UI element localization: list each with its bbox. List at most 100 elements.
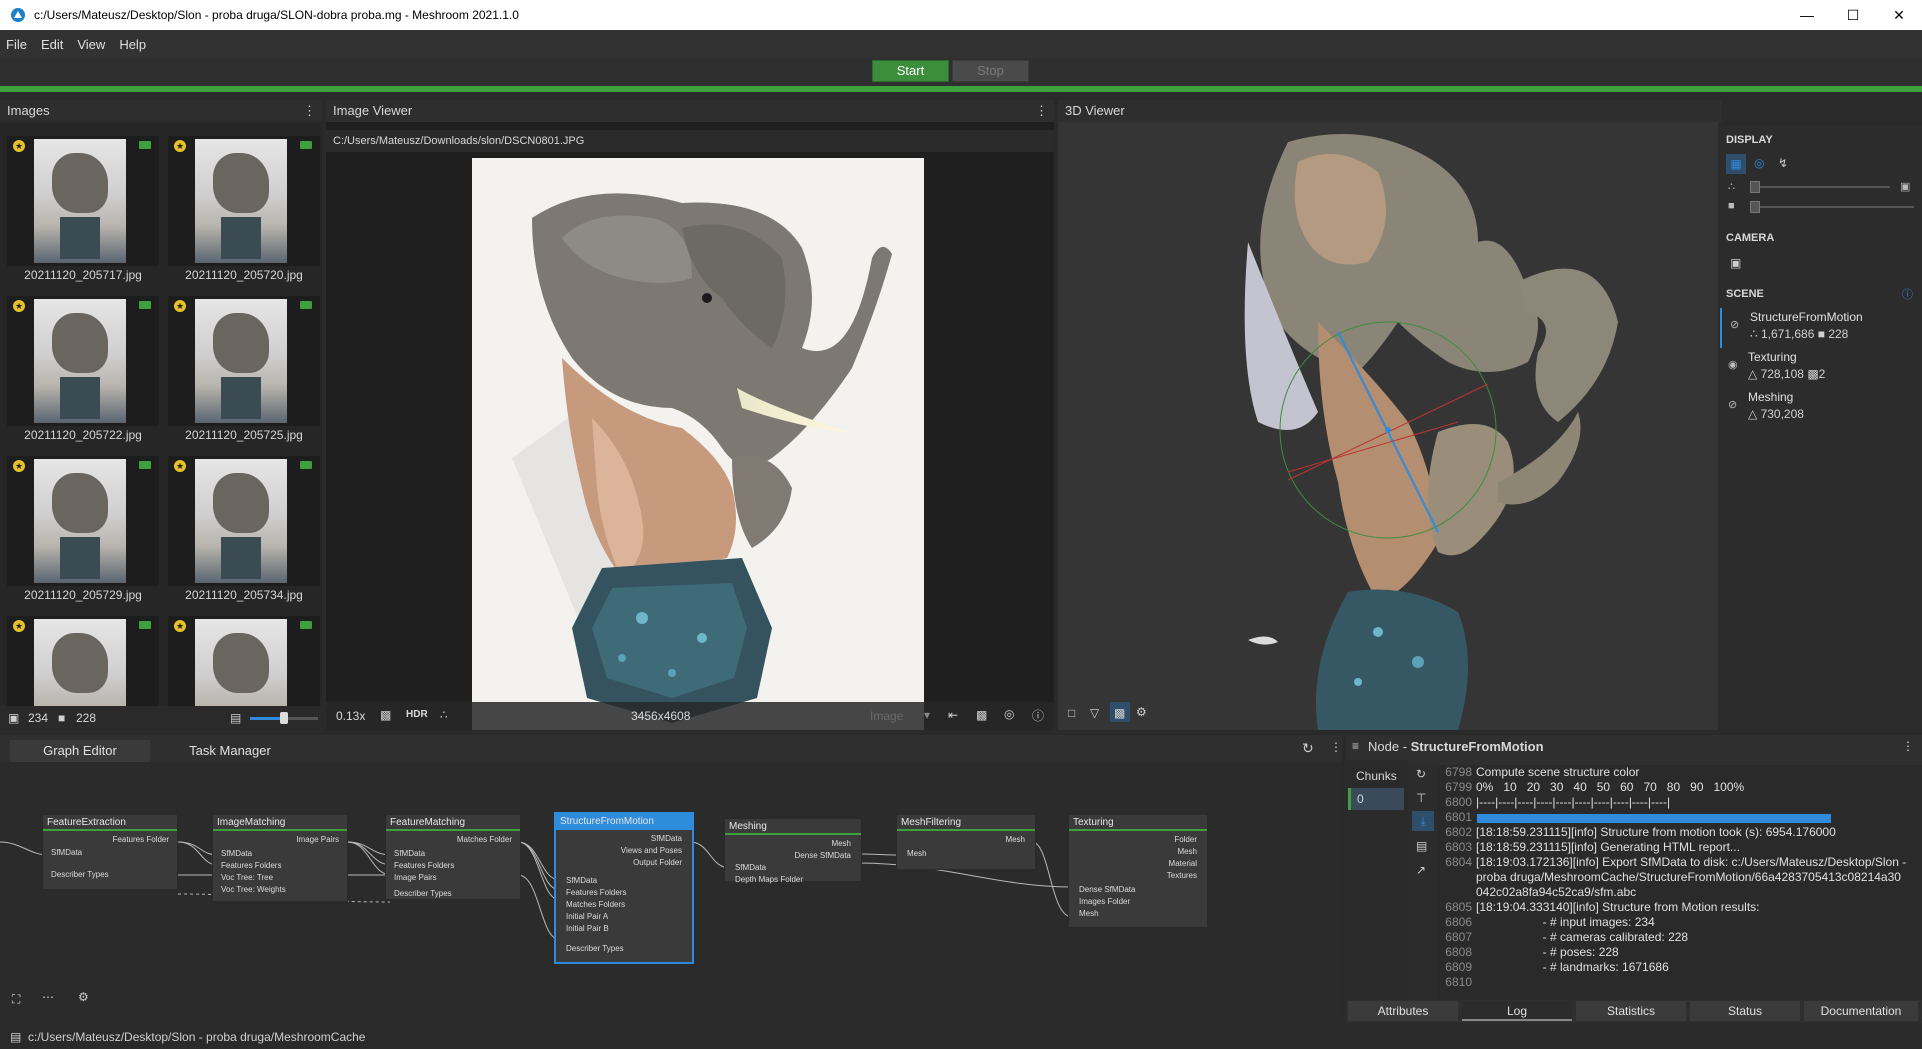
image-thumbnail[interactable]: ★ 20211120_205722.jpg	[7, 296, 159, 456]
input-port[interactable]: Matches Folders	[566, 900, 625, 909]
eye-hidden-icon[interactable]: ⊘	[1730, 318, 1744, 332]
chunk-item[interactable]: 0	[1348, 788, 1404, 810]
output-port[interactable]: Mesh	[1005, 835, 1025, 844]
image-thumbnail[interactable]: ★ 20211120_205729.jpg	[7, 456, 159, 616]
scene-item-sfm[interactable]: ⊘ StructureFromMotion ∴ 1,671,686 ■ 228	[1720, 308, 1922, 348]
trackball-icon[interactable]: ↯	[1778, 156, 1788, 170]
image-thumbnail[interactable]: ★	[7, 616, 159, 706]
output-port[interactable]: Mesh	[831, 839, 851, 848]
output-port[interactable]: Views and Poses	[621, 846, 682, 855]
features-icon[interactable]: ∴	[440, 708, 448, 722]
slider-handle[interactable]	[280, 712, 288, 724]
tab-log[interactable]: Log	[1462, 1001, 1572, 1021]
refresh-icon[interactable]: ↻	[1416, 767, 1426, 781]
globe-icon[interactable]: ◎	[1004, 707, 1014, 721]
input-port[interactable]: Voc Tree: Weights	[221, 885, 286, 894]
tab-documentation[interactable]: Documentation	[1804, 1001, 1918, 1021]
input-port[interactable]: Features Folders	[394, 861, 454, 870]
menu-file[interactable]: File	[6, 37, 27, 52]
copy-icon[interactable]: ▤	[1416, 839, 1427, 853]
image-thumbnail[interactable]: ★ 20211120_205734.jpg	[168, 456, 320, 616]
menu-help[interactable]: Help	[119, 37, 146, 52]
settings-icon[interactable]: ⚙	[1136, 705, 1147, 719]
viewer3d-canvas[interactable]	[1058, 122, 1718, 730]
fit-all-icon[interactable]: ⛶	[12, 992, 20, 1007]
input-port[interactable]: SfMData	[394, 849, 425, 858]
input-port[interactable]: SfMData	[221, 849, 252, 858]
open-external-icon[interactable]: ↗	[1416, 863, 1426, 877]
output-port[interactable]: Matches Folder	[457, 835, 512, 844]
camera-scale-slider[interactable]	[1750, 201, 1914, 213]
input-port[interactable]: Describer Types	[566, 944, 624, 953]
image-thumbnail[interactable]: ★	[168, 616, 320, 706]
stop-button[interactable]: Stop	[952, 60, 1029, 82]
start-button[interactable]: Start	[872, 60, 949, 82]
thumbnail-size-slider[interactable]	[250, 712, 318, 724]
info-icon[interactable]: ⓘ	[1032, 707, 1044, 724]
slider-handle[interactable]	[1750, 181, 1760, 193]
image-thumbnail[interactable]: ★ 20211120_205720.jpg	[168, 136, 320, 296]
input-port[interactable]: Mesh	[1079, 909, 1099, 918]
image-thumbnail[interactable]: ★ 20211120_205725.jpg	[168, 296, 320, 456]
output-port[interactable]: Dense SfMData	[795, 851, 851, 860]
output-port[interactable]: Mesh	[1177, 847, 1197, 856]
close-button[interactable]: ✕	[1876, 0, 1922, 30]
node-texturing[interactable]: Texturing Folder Mesh Material Textures …	[1068, 814, 1208, 928]
input-port[interactable]: Voc Tree: Tree	[221, 873, 273, 882]
tab-status[interactable]: Status	[1690, 1001, 1800, 1021]
log-view[interactable]: 6798 Compute scene structure color 6799 0% …	[1438, 765, 1922, 1000]
layout-icon[interactable]: ⋯	[42, 990, 54, 1004]
image-thumbnail[interactable]: ★ 20211120_205717.jpg	[7, 136, 159, 296]
hatch-icon[interactable]: ▩	[380, 708, 391, 722]
chevron-down-icon[interactable]: ▾	[924, 708, 930, 722]
input-port[interactable]: Initial Pair A	[566, 912, 608, 921]
input-port[interactable]: Describer Types	[394, 889, 452, 898]
node-feature-matching[interactable]: FeatureMatching Matches Folder SfMData F…	[385, 814, 521, 900]
eye-hidden-icon[interactable]: ⊘	[1728, 398, 1742, 412]
output-port[interactable]: Image Pairs	[296, 835, 339, 844]
tab-attributes[interactable]: Attributes	[1348, 1001, 1458, 1021]
fixed-size-icon[interactable]: ▣	[1900, 180, 1910, 193]
scene-item-texturing[interactable]: ◉ Texturing △ 728,108 ▩2	[1720, 348, 1922, 388]
more-options-icon[interactable]: ⋮	[1035, 100, 1048, 122]
output-port[interactable]: Folder	[1174, 835, 1197, 844]
menu-edit[interactable]: Edit	[41, 37, 63, 52]
tab-task-manager[interactable]: Task Manager	[160, 740, 300, 762]
viewer-image[interactable]	[472, 158, 924, 730]
locator-icon[interactable]: ◎	[1754, 156, 1764, 170]
input-port[interactable]: Dense SfMData	[1079, 885, 1135, 894]
node-image-matching[interactable]: ImageMatching Image Pairs SfMData Featur…	[212, 814, 348, 902]
slider-handle[interactable]	[1750, 201, 1760, 213]
input-port[interactable]: SfMData	[51, 848, 82, 857]
fit-icon[interactable]: ⇤	[948, 708, 958, 722]
graph-canvas[interactable]: FeatureExtraction Features Folder SfMDat…	[0, 762, 1342, 1023]
input-port[interactable]: Describer Types	[51, 870, 109, 879]
input-port[interactable]: Initial Pair B	[566, 924, 609, 933]
hdr-toggle[interactable]: HDR	[406, 709, 428, 720]
input-port[interactable]: Features Folders	[566, 888, 626, 897]
filter-icon[interactable]: ▽	[1090, 706, 1099, 720]
tab-statistics[interactable]: Statistics	[1576, 1001, 1686, 1021]
scene-item-meshing[interactable]: ⊘ Meshing △ 730,208	[1720, 388, 1922, 428]
input-port[interactable]: SfMData	[566, 876, 597, 885]
output-port[interactable]: Features Folder	[113, 835, 169, 844]
input-port[interactable]: Images Folder	[1079, 897, 1130, 906]
output-port[interactable]: Material	[1169, 859, 1197, 868]
bounding-box-icon[interactable]: □	[1068, 706, 1075, 720]
point-size-slider[interactable]	[1750, 181, 1890, 193]
autoscroll-icon[interactable]: ⤓	[1412, 811, 1434, 831]
histogram-icon[interactable]: ▩	[976, 708, 987, 722]
node-meshing[interactable]: Meshing Mesh Dense SfMData SfMData Depth…	[724, 818, 862, 884]
output-port[interactable]: Output Folder	[633, 858, 682, 867]
node-structure-from-motion[interactable]: StructureFromMotion SfMData Views and Po…	[554, 812, 694, 964]
image-type-select[interactable]: Image	[870, 709, 903, 723]
input-port[interactable]: Depth Maps Folder	[735, 875, 803, 884]
eye-icon[interactable]: ◉	[1728, 358, 1742, 372]
maximize-button[interactable]: ☐	[1830, 0, 1876, 30]
more-options-icon[interactable]: ⋮	[303, 100, 316, 122]
input-port[interactable]: Image Pairs	[394, 873, 437, 882]
input-port[interactable]: Features Folders	[221, 861, 281, 870]
scroll-top-icon[interactable]: ⊤	[1416, 791, 1426, 805]
settings-icon[interactable]: ⚙	[78, 990, 89, 1004]
input-port[interactable]: SfMData	[735, 863, 766, 872]
